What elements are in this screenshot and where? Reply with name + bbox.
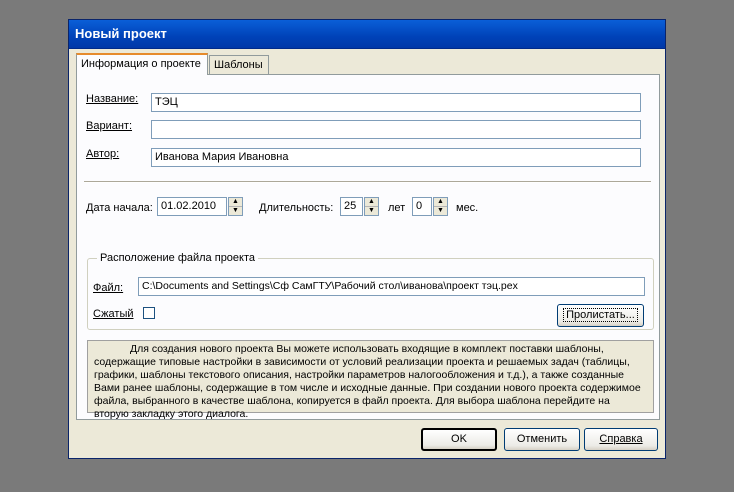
variant-label: Вариант: bbox=[86, 120, 132, 132]
name-label-text: Название: bbox=[86, 93, 139, 105]
spin-down-icon[interactable]: ▼ bbox=[365, 207, 378, 215]
tab-project-info[interactable]: Информация о проекте bbox=[76, 53, 208, 75]
tab-project-info-label: Информация о проекте bbox=[81, 58, 201, 70]
author-input[interactable]: Иванова Мария Ивановна bbox=[151, 148, 641, 167]
author-label: Автор: bbox=[86, 148, 119, 160]
spin-up-icon[interactable]: ▲ bbox=[229, 198, 242, 207]
help-button-label: Справка bbox=[599, 433, 643, 445]
spin-up-icon[interactable]: ▲ bbox=[365, 198, 378, 207]
info-text: Для создания нового проекта Вы можете ис… bbox=[87, 340, 654, 420]
name-input[interactable]: ТЭЦ bbox=[151, 93, 641, 112]
months-spinner[interactable]: ▲ ▼ bbox=[433, 197, 448, 216]
browse-button[interactable]: Пролистать... bbox=[557, 304, 644, 327]
compressed-checkbox[interactable] bbox=[143, 307, 155, 319]
spin-up-icon[interactable]: ▲ bbox=[434, 198, 447, 207]
window-title: Новый проект bbox=[69, 20, 665, 49]
variant-input[interactable] bbox=[151, 120, 641, 139]
start-date-input[interactable]: 01.02.2010 bbox=[157, 197, 227, 216]
name-label: Название: bbox=[86, 93, 138, 105]
years-spinner[interactable]: ▲ ▼ bbox=[364, 197, 379, 216]
start-date-spinner[interactable]: ▲ ▼ bbox=[228, 197, 243, 216]
start-date-label: Дата начала: bbox=[86, 202, 153, 214]
variant-label-text: Вариант: bbox=[86, 120, 133, 132]
spin-down-icon[interactable]: ▼ bbox=[434, 207, 447, 215]
compressed-label: Сжатый bbox=[93, 308, 134, 320]
browse-button-label: Пролистать... bbox=[563, 308, 638, 322]
duration-label: Длительность: bbox=[259, 202, 334, 214]
months-unit-label: мес. bbox=[456, 202, 479, 214]
years-unit-label: лет bbox=[388, 202, 406, 214]
file-label-text: Файл: bbox=[93, 282, 124, 294]
tab-templates-label: Шаблоны bbox=[214, 59, 263, 71]
ok-button[interactable]: OK bbox=[421, 428, 497, 451]
duration-years-input[interactable]: 25 bbox=[340, 197, 363, 216]
tab-templates[interactable]: Шаблоны bbox=[209, 55, 269, 74]
compressed-label-text: Сжатый bbox=[93, 308, 134, 320]
file-label: Файл: bbox=[93, 282, 123, 294]
file-location-title: Расположение файла проекта bbox=[97, 252, 259, 264]
cancel-button[interactable]: Отменить bbox=[504, 428, 580, 451]
help-button[interactable]: Справка bbox=[584, 428, 658, 451]
separator bbox=[84, 181, 651, 183]
tab-panel: Название: ТЭЦ Вариант: Автор: Иванова Ма… bbox=[76, 74, 660, 420]
spin-down-icon[interactable]: ▼ bbox=[229, 207, 242, 215]
duration-months-input[interactable]: 0 bbox=[412, 197, 432, 216]
new-project-dialog: Новый проект Информация о проекте Шаблон… bbox=[68, 19, 666, 459]
author-label-text: Автор: bbox=[86, 148, 120, 160]
file-path-input[interactable]: C:\Documents and Settings\Сф СамГТУ\Рабо… bbox=[138, 277, 645, 296]
